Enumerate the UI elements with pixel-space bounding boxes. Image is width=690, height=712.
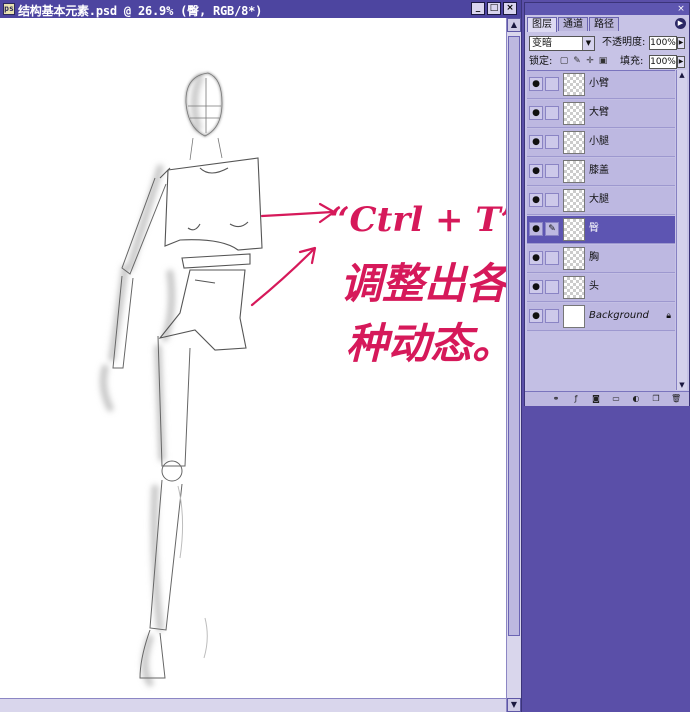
panel-menu-icon[interactable]: ▶: [675, 18, 686, 29]
eye-icon[interactable]: ●: [529, 309, 543, 323]
document-window: ps 结构基本元素.psd @ 26.9% (臀, RGB/8*) _ □ ×: [0, 0, 522, 712]
annotation-line3: 种动态。: [346, 319, 506, 368]
scroll-down-icon[interactable]: ▼: [677, 380, 687, 390]
layer-thumbnail: [563, 102, 585, 125]
vertical-scrollbar[interactable]: ▲ ▼: [506, 18, 521, 712]
opacity-arrow-icon[interactable]: ▶: [677, 37, 685, 49]
layer-name: 小臂: [589, 78, 609, 89]
annotation-arrows: [250, 202, 336, 307]
link-slot[interactable]: [545, 280, 559, 294]
adjustment-layer-icon[interactable]: ◐: [631, 394, 641, 404]
fill-label: 填充:: [620, 56, 644, 67]
mask-icon[interactable]: ◙: [591, 394, 601, 404]
panel-header[interactable]: ×: [525, 3, 689, 15]
link-slot[interactable]: [545, 135, 559, 149]
blend-mode-select[interactable]: 变暗 ▼: [529, 36, 595, 51]
new-layer-icon[interactable]: ❐: [651, 394, 661, 404]
opacity-label: 不透明度:: [602, 37, 646, 48]
figure-sketch: “Ctrl + T” 调整出各 种动态。: [99, 72, 506, 687]
layer-name: 大臂: [589, 107, 609, 118]
layer-thumbnail: [563, 73, 585, 96]
layers-scrollbar[interactable]: ▲ ▼: [676, 70, 687, 390]
scroll-down-icon[interactable]: ▼: [507, 698, 521, 712]
link-slot[interactable]: [545, 251, 559, 265]
scroll-up-icon[interactable]: ▲: [507, 18, 521, 32]
trash-icon[interactable]: 🗑︎: [671, 394, 681, 404]
minimize-button[interactable]: _: [471, 2, 485, 15]
lock-transparency-icon[interactable]: ▢: [559, 56, 569, 66]
scroll-up-icon[interactable]: ▲: [677, 70, 687, 80]
layers-toolbar: ⚭ ƒ ◙ ▭ ◐ ❐ 🗑︎: [525, 391, 689, 406]
layer-style-icon[interactable]: ƒ: [571, 394, 581, 404]
layer-name: 膝盖: [589, 165, 609, 176]
layer-name: 头: [589, 281, 599, 292]
lock-label: 锁定:: [529, 56, 553, 67]
layers-panel: × 图层 通道 路径 ▶ 变暗 ▼ 不透明度: 100% ▶ 锁定: ▢ ✎ ✛…: [524, 2, 690, 406]
link-slot[interactable]: [545, 77, 559, 91]
layer-row[interactable]: ● 小腿: [527, 129, 675, 157]
layer-name: Background: [589, 310, 649, 321]
annotation-line1: “Ctrl + T”: [330, 200, 506, 240]
eye-icon[interactable]: ●: [529, 251, 543, 265]
eye-icon[interactable]: ●: [529, 77, 543, 91]
tab-paths[interactable]: 路径: [589, 17, 619, 31]
annotation-line2: 调整出各: [340, 259, 506, 308]
eye-icon[interactable]: ●: [529, 280, 543, 294]
layer-thumbnail: [563, 189, 585, 212]
opacity-field[interactable]: 100%: [649, 36, 677, 50]
layer-thumbnail: [563, 131, 585, 154]
link-layers-icon[interactable]: ⚭: [551, 394, 561, 404]
layers-list: ● 小臂 ● 大臂 ● 小腿 ● 膝盖 ● 大腿 ● ✎ 臀 ● 胸 ● 头 ●…: [527, 70, 675, 391]
chevron-down-icon[interactable]: ▼: [582, 37, 594, 50]
layer-name: 大腿: [589, 194, 609, 205]
layer-name: 臀: [589, 223, 599, 234]
fill-field[interactable]: 100%: [649, 55, 677, 69]
layer-name: 胸: [589, 252, 599, 263]
eye-icon[interactable]: ●: [529, 135, 543, 149]
layer-row[interactable]: ● 膝盖: [527, 158, 675, 186]
eye-icon[interactable]: ●: [529, 222, 543, 236]
layer-thumbnail: [563, 276, 585, 299]
eye-icon[interactable]: ●: [529, 164, 543, 178]
layer-thumbnail: [563, 305, 585, 328]
layer-row[interactable]: ● 大臂: [527, 100, 675, 128]
new-group-icon[interactable]: ▭: [611, 394, 621, 404]
lock-icon: 🔒︎: [666, 311, 671, 321]
lock-all-icon[interactable]: ▣: [598, 56, 608, 66]
layer-row[interactable]: ● 头: [527, 274, 675, 302]
close-button[interactable]: ×: [503, 2, 517, 15]
layer-row[interactable]: ● 小臂: [527, 71, 675, 99]
layer-thumbnail: [563, 160, 585, 183]
layer-row[interactable]: ● 胸: [527, 245, 675, 273]
eye-icon[interactable]: ●: [529, 106, 543, 120]
layer-row[interactable]: ● 大腿: [527, 187, 675, 215]
link-slot[interactable]: [545, 164, 559, 178]
layer-row-active[interactable]: ● ✎ 臀: [527, 216, 675, 244]
restore-button[interactable]: □: [487, 2, 501, 15]
document-icon[interactable]: ps: [3, 3, 15, 15]
lock-brush-icon[interactable]: ✎: [572, 56, 582, 66]
horizontal-scrollbar[interactable]: [0, 698, 506, 712]
link-slot[interactable]: [545, 193, 559, 207]
layer-row-background[interactable]: ● Background 🔒︎: [527, 303, 675, 331]
eye-icon[interactable]: ●: [529, 193, 543, 207]
document-title: 结构基本元素.psd @ 26.9% (臀, RGB/8*): [18, 4, 263, 18]
brush-icon[interactable]: ✎: [545, 222, 559, 236]
document-canvas[interactable]: “Ctrl + T” 调整出各 种动态。: [0, 18, 506, 698]
panel-close-icon[interactable]: ×: [676, 4, 686, 14]
link-slot[interactable]: [545, 309, 559, 323]
tab-channels[interactable]: 通道: [558, 17, 588, 31]
panel-tabs: 图层 通道 路径: [527, 17, 620, 32]
layer-thumbnail: [563, 218, 585, 241]
fill-arrow-icon[interactable]: ▶: [677, 56, 685, 68]
layer-thumbnail: [563, 247, 585, 270]
tab-layers[interactable]: 图层: [527, 17, 557, 32]
lock-move-icon[interactable]: ✛: [585, 56, 595, 66]
link-slot[interactable]: [545, 106, 559, 120]
blend-mode-value: 变暗: [532, 38, 552, 49]
scroll-thumb[interactable]: [508, 36, 520, 636]
document-titlebar[interactable]: ps 结构基本元素.psd @ 26.9% (臀, RGB/8*) _ □ ×: [0, 0, 521, 18]
layer-name: 小腿: [589, 136, 609, 147]
